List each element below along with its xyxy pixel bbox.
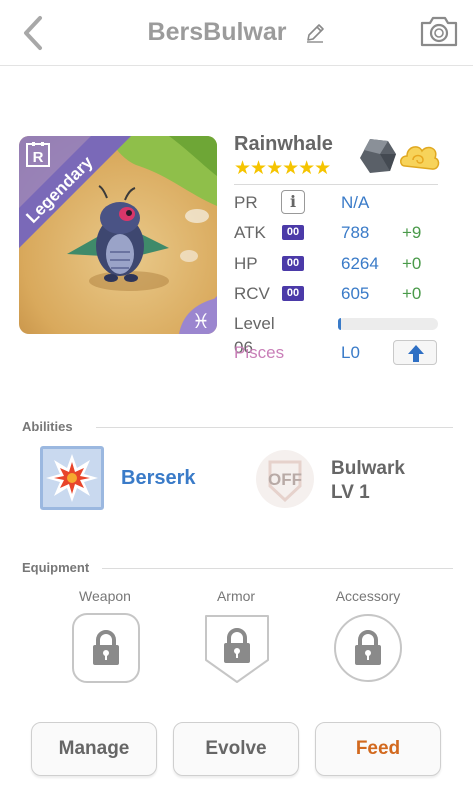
- camera-icon[interactable]: [419, 14, 459, 48]
- stat-plus-hp: +0: [402, 254, 422, 273]
- ability-off-label: OFF: [268, 470, 302, 489]
- explosion-icon: [40, 446, 104, 510]
- stat-badge-hp: 00: [282, 256, 304, 271]
- abilities-divider: [96, 427, 453, 428]
- monster-name: Rainwhale: [234, 133, 333, 155]
- stat-value-pr: N/A: [341, 193, 370, 212]
- pencil-icon[interactable]: [305, 23, 325, 44]
- info-icon[interactable]: i: [281, 190, 305, 214]
- equipment-section-title: Equipment: [22, 560, 90, 575]
- stat-label-atk: ATK: [234, 223, 266, 242]
- manage-button[interactable]: Manage: [31, 722, 157, 776]
- stat-value-rcv: 605: [341, 284, 370, 303]
- pisces-icon: ♓: [192, 309, 210, 333]
- accessory-slot[interactable]: [333, 612, 403, 684]
- ability-name-berserk[interactable]: Berserk: [121, 467, 196, 490]
- berserk-ability-icon[interactable]: [40, 446, 104, 510]
- monster-portrait[interactable]: Legendary R ♓: [19, 136, 217, 334]
- feed-button[interactable]: Feed: [315, 722, 441, 776]
- stats-divider: [234, 184, 438, 185]
- armor-slot[interactable]: [202, 612, 272, 684]
- stat-value-atk: 788: [341, 223, 370, 242]
- bulwark-ability-off-icon[interactable]: OFF: [254, 448, 316, 510]
- evolve-button[interactable]: Evolve: [173, 722, 299, 776]
- weapon-slot-label: Weapon: [79, 588, 131, 604]
- top-bar: BersBulwar: [0, 0, 473, 66]
- zodiac-label: Pisces: [234, 343, 285, 362]
- star-rating: ★★★★★★: [234, 158, 331, 179]
- rarity-badge-letter: R: [33, 149, 44, 166]
- level-progress-fill: [338, 318, 341, 330]
- armor-slot-label: Armor: [216, 588, 256, 604]
- ability-level-bulwark: LV 1: [331, 482, 370, 503]
- stat-badge-atk: 00: [282, 225, 304, 240]
- stat-plus-rcv: +0: [402, 284, 422, 303]
- stat-label-rcv: RCV: [234, 284, 270, 303]
- stat-plus-atk: +9: [402, 223, 422, 242]
- arrow-up-icon: [408, 345, 424, 362]
- page-title[interactable]: BersBulwar: [148, 18, 287, 46]
- stat-label-hp: HP: [234, 254, 258, 273]
- cloud-element-icon: [400, 146, 440, 170]
- upgrade-button[interactable]: [393, 340, 437, 365]
- stat-label-pr: PR: [234, 193, 258, 212]
- zodiac-level: L0: [341, 343, 360, 362]
- ability-name-bulwark[interactable]: Bulwark LV 1: [331, 457, 405, 505]
- accessory-slot-label: Accessory: [335, 588, 401, 604]
- weapon-slot[interactable]: [71, 612, 141, 684]
- page-title-row: BersBulwar: [0, 18, 473, 47]
- ability-name-bulwark-line1: Bulwark: [331, 458, 405, 479]
- monster-artwork: Legendary R ♓: [19, 136, 217, 334]
- stat-value-hp: 6264: [341, 254, 379, 273]
- equipment-divider: [102, 568, 453, 569]
- abilities-section-title: Abilities: [22, 419, 73, 434]
- level-progress-bar: [338, 318, 438, 330]
- stat-badge-rcv: 00: [282, 286, 304, 301]
- stone-element-icon: [360, 139, 396, 173]
